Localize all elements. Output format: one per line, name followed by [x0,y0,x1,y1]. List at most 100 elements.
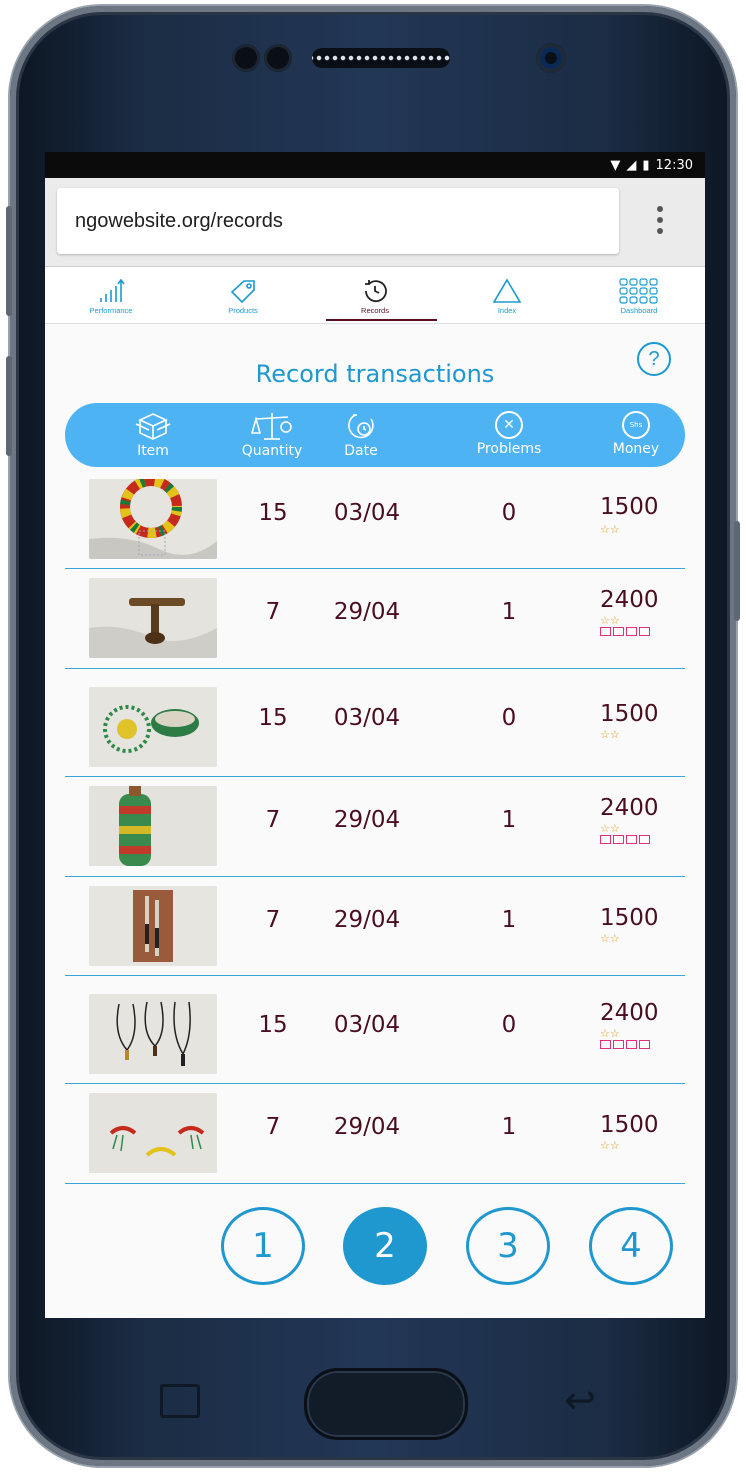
product-image-necklace[interactable] [89,479,217,559]
triangle-icon [492,278,522,303]
table-row[interactable]: 7 29/04 1 2400 ☆☆ [65,569,685,669]
rating-stars: ☆☆ [600,523,620,536]
power-button [734,521,740,621]
problem-boxes [600,835,650,844]
rating-stars: ☆☆ [600,614,620,627]
quantity-cell: 7 [265,807,281,833]
date-cell: 29/04 [333,1114,401,1140]
date-cell: 29/04 [333,807,401,833]
problem-boxes [600,1040,650,1049]
quantity-cell: 7 [265,907,281,933]
box-icon [135,413,171,440]
bar-chart-icon [100,278,125,302]
column-label: Problems [476,441,542,457]
tab-bar: Performance Products Records Index Dashb… [45,267,705,324]
money-cell: 1500 [600,1112,659,1138]
problems-cell: 1 [501,1114,517,1140]
column-label: Quantity [241,443,303,459]
rating-stars: ☆☆ [600,822,620,835]
table-row[interactable]: 7 29/04 1 1500 ☆☆ [65,877,685,976]
money-cell: 2400 [600,1000,659,1026]
product-image-headrest[interactable] [89,578,217,658]
back-icon[interactable]: ↩ [564,1378,596,1422]
url-field[interactable]: ngowebsite.org/records [57,188,619,254]
battery-icon: ▮ [642,157,650,173]
tab-label: Records [361,306,389,315]
pagination: 1 2 3 4 [45,1207,705,1293]
table-header: Item Quantity Date ✕ Problems Shs Money [65,403,685,467]
quantity-cell: 15 [258,1012,288,1038]
table-row[interactable]: 15 03/04 0 2400 ☆☆ [65,976,685,1084]
money-cell: 1500 [600,494,659,520]
wifi-icon: ▼ [610,157,621,173]
quantity-cell: 15 [258,705,288,731]
quantity-cell: 7 [265,599,281,625]
tab-records[interactable]: Records [309,267,441,323]
table-row[interactable]: 15 03/04 0 1500 ☆☆ [65,669,685,777]
table-row[interactable]: 7 29/04 1 1500 ☆☆ [65,1084,685,1184]
tab-dashboard[interactable]: Dashboard [573,267,705,323]
tab-label: Index [497,306,517,315]
money-cell: 1500 [600,701,659,727]
scale-icon [250,413,292,440]
problems-cell: 1 [501,807,517,833]
quantity-cell: 15 [258,500,288,526]
front-camera [536,43,566,73]
transactions-table: 15 03/04 0 1500 ☆☆ 7 29/04 1 2400 ☆☆ 15 … [65,470,685,1184]
screen: ▼ ◢ ▮ 12:30 ngowebsite.org/records Perfo… [45,152,705,1318]
product-image-bracelets[interactable] [89,1093,217,1173]
page-button-2[interactable]: 2 [343,1207,427,1285]
recents-icon[interactable] [160,1384,200,1418]
page-button-4[interactable]: 4 [589,1207,673,1285]
money-cell: 2400 [600,587,659,613]
table-row[interactable]: 7 29/04 1 2400 ☆☆ [65,777,685,877]
tab-performance[interactable]: Performance [45,267,177,323]
browser-toolbar: ngowebsite.org/records [45,178,705,267]
column-date[interactable]: Date [311,411,411,459]
product-image-gourd[interactable] [89,786,217,866]
problem-boxes [600,627,650,636]
volume-button-lower [6,356,12,456]
table-row[interactable]: 15 03/04 0 1500 ☆☆ [65,470,685,569]
page-title: Record transactions [255,360,495,388]
page-button-3[interactable]: 3 [466,1207,550,1285]
problems-cell: 0 [501,705,517,731]
price-tag-icon [230,280,255,304]
active-tab-indicator [326,319,437,321]
problems-cell: 1 [501,907,517,933]
date-cell: 29/04 [333,599,401,625]
date-cell: 29/04 [333,907,401,933]
tab-label: Performance [89,306,133,315]
column-money[interactable]: Shs Money [586,411,686,457]
history-clock-icon [365,280,387,303]
rating-stars: ☆☆ [600,932,620,945]
column-problems[interactable]: ✕ Problems [459,411,559,457]
signal-icon: ◢ [626,157,637,173]
tab-label: Products [228,306,258,315]
column-label: Date [344,443,378,459]
column-quantity[interactable]: Quantity [222,411,322,459]
page-button-1[interactable]: 1 [221,1207,305,1285]
status-bar: ▼ ◢ ▮ 12:30 [45,152,705,178]
tab-label: Dashboard [620,306,658,315]
status-time: 12:30 [655,157,693,173]
sensor-dot [264,44,292,72]
product-image-letter-openers[interactable] [89,886,217,966]
money-cell: 2400 [600,795,659,821]
rating-stars: ☆☆ [600,1027,620,1040]
home-button[interactable] [304,1368,468,1440]
product-image-pendants[interactable] [89,994,217,1074]
product-image-basket[interactable] [89,687,217,767]
volume-button [6,206,12,316]
tab-products[interactable]: Products [177,267,309,323]
column-label: Money [612,441,660,457]
sensor-dot [232,44,260,72]
date-cell: 03/04 [333,500,401,526]
earpiece-speaker [312,48,450,68]
rating-stars: ☆☆ [600,1139,620,1152]
tab-index[interactable]: Index [441,267,573,323]
date-cell: 03/04 [333,1012,401,1038]
column-label: Item [137,443,169,459]
overflow-menu-icon[interactable] [648,206,672,242]
column-item[interactable]: Item [103,411,203,459]
